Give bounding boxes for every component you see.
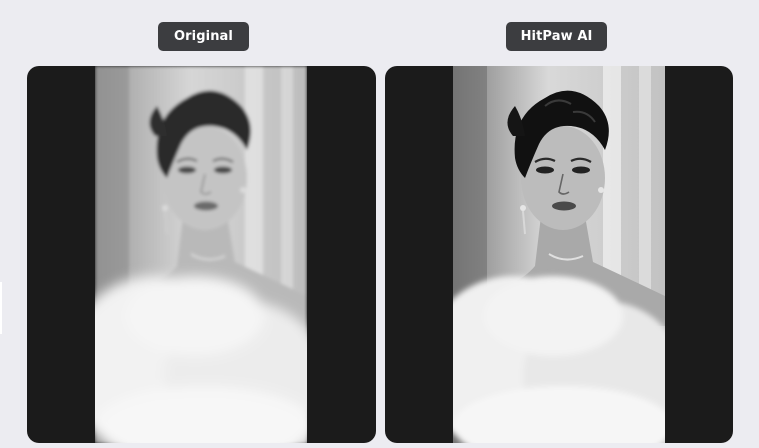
- hitpaw-ai-label: HitPaw AI: [506, 22, 607, 51]
- original-label: Original: [158, 22, 249, 51]
- left-edge-marker: [0, 282, 2, 334]
- enhanced-portrait-image: [453, 66, 665, 443]
- hitpaw-ai-image-panel: [385, 66, 733, 443]
- original-image-panel: [27, 66, 376, 443]
- original-portrait-image: [95, 66, 307, 443]
